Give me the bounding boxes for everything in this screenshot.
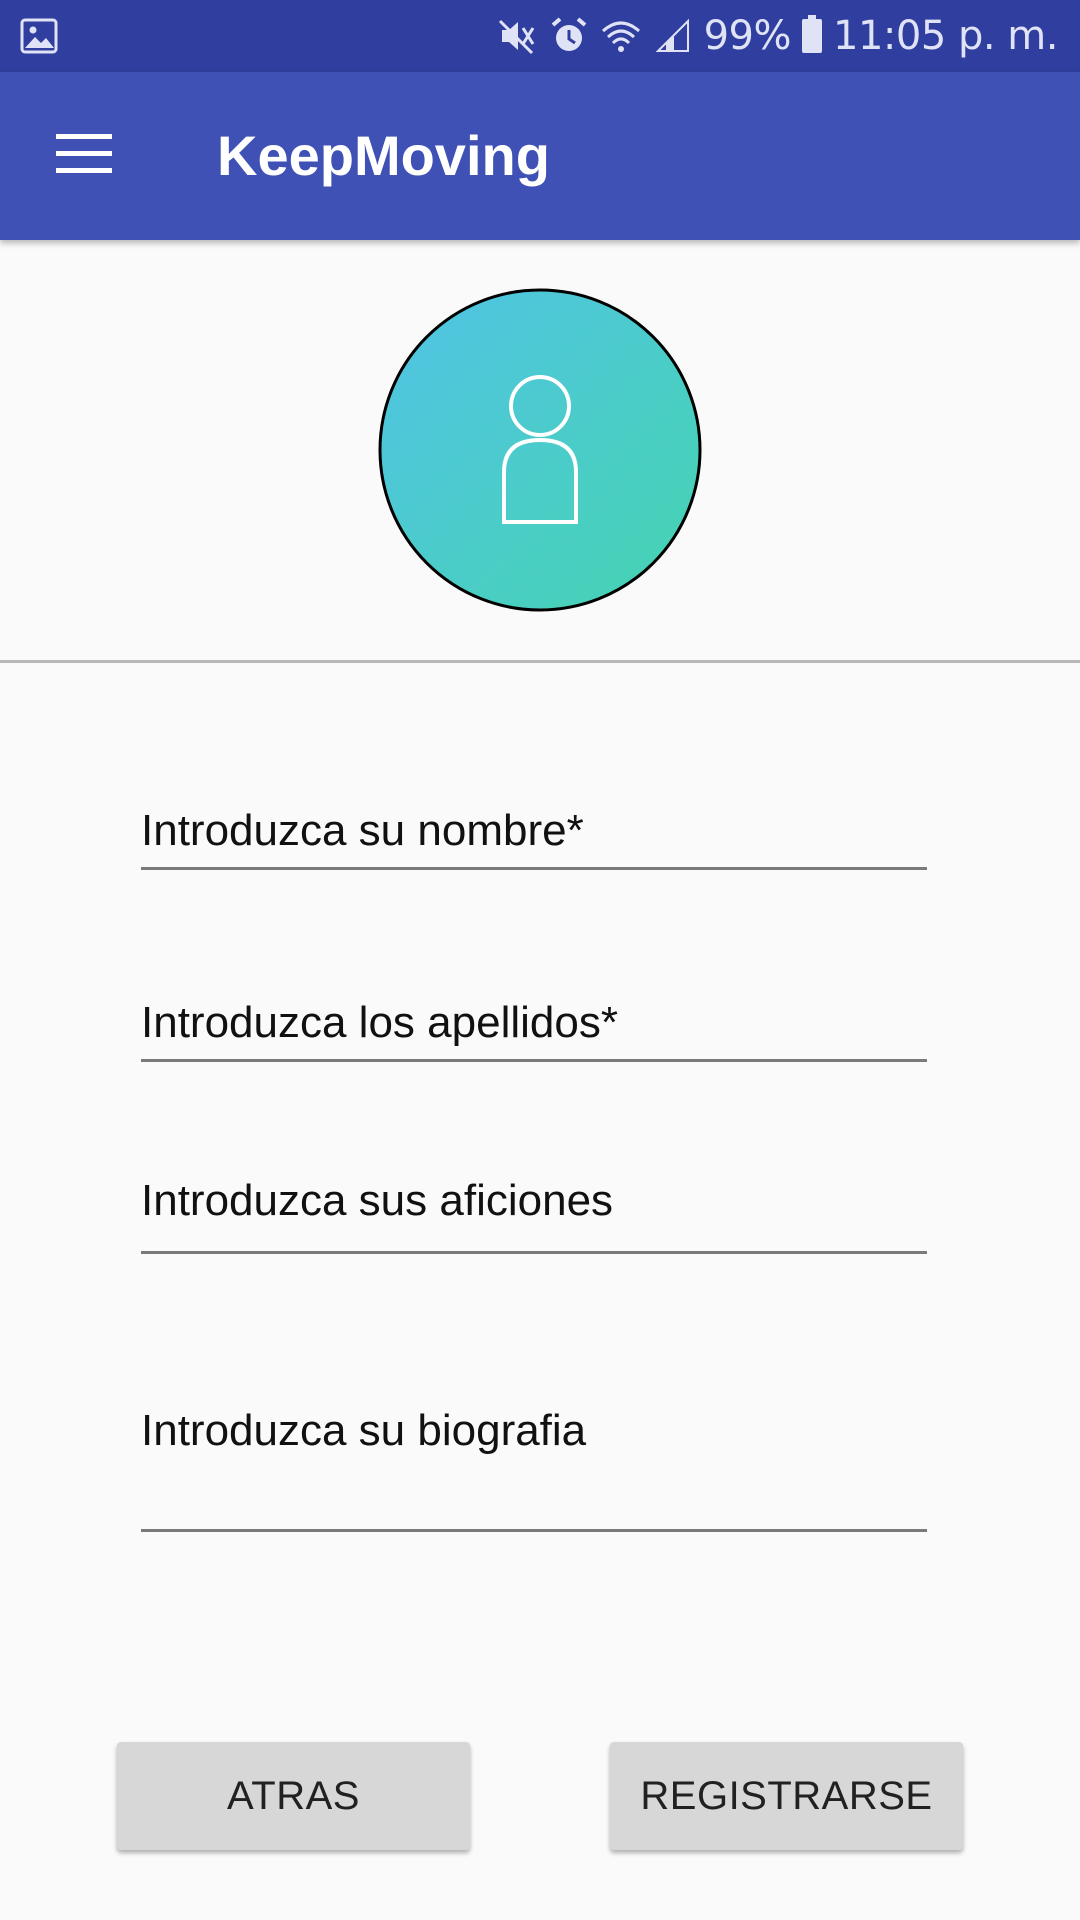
signal-icon	[652, 15, 694, 57]
hobbies-input[interactable]	[141, 1166, 927, 1236]
clock: 11:05 p. m.	[833, 13, 1059, 59]
app-bar: KeepMoving	[0, 72, 1080, 240]
back-button[interactable]: ATRAS	[117, 1742, 470, 1850]
battery-level: 99%	[703, 13, 792, 59]
status-icons: 99% 11:05 p. m.	[496, 0, 1059, 72]
menu-button[interactable]	[30, 106, 138, 206]
alarm-icon	[548, 15, 590, 57]
app-title: KeepMoving	[217, 124, 550, 187]
bio-input[interactable]	[141, 1396, 927, 1466]
name-input[interactable]	[141, 796, 927, 866]
surname-field-container	[141, 988, 927, 1062]
bio-field-container	[141, 1396, 927, 1532]
gallery-icon	[20, 17, 58, 55]
register-button[interactable]: REGISTRARSE	[610, 1742, 963, 1850]
mute-icon	[496, 15, 538, 57]
profile-avatar-button[interactable]	[378, 288, 702, 612]
surname-input[interactable]	[141, 988, 927, 1058]
divider	[0, 660, 1080, 663]
battery-icon	[801, 14, 823, 59]
name-field-container	[141, 796, 927, 870]
status-bar: 99% 11:05 p. m.	[0, 0, 1080, 72]
hobbies-field-container	[141, 1166, 927, 1254]
wifi-icon	[600, 15, 642, 57]
menu-icon	[56, 133, 112, 179]
